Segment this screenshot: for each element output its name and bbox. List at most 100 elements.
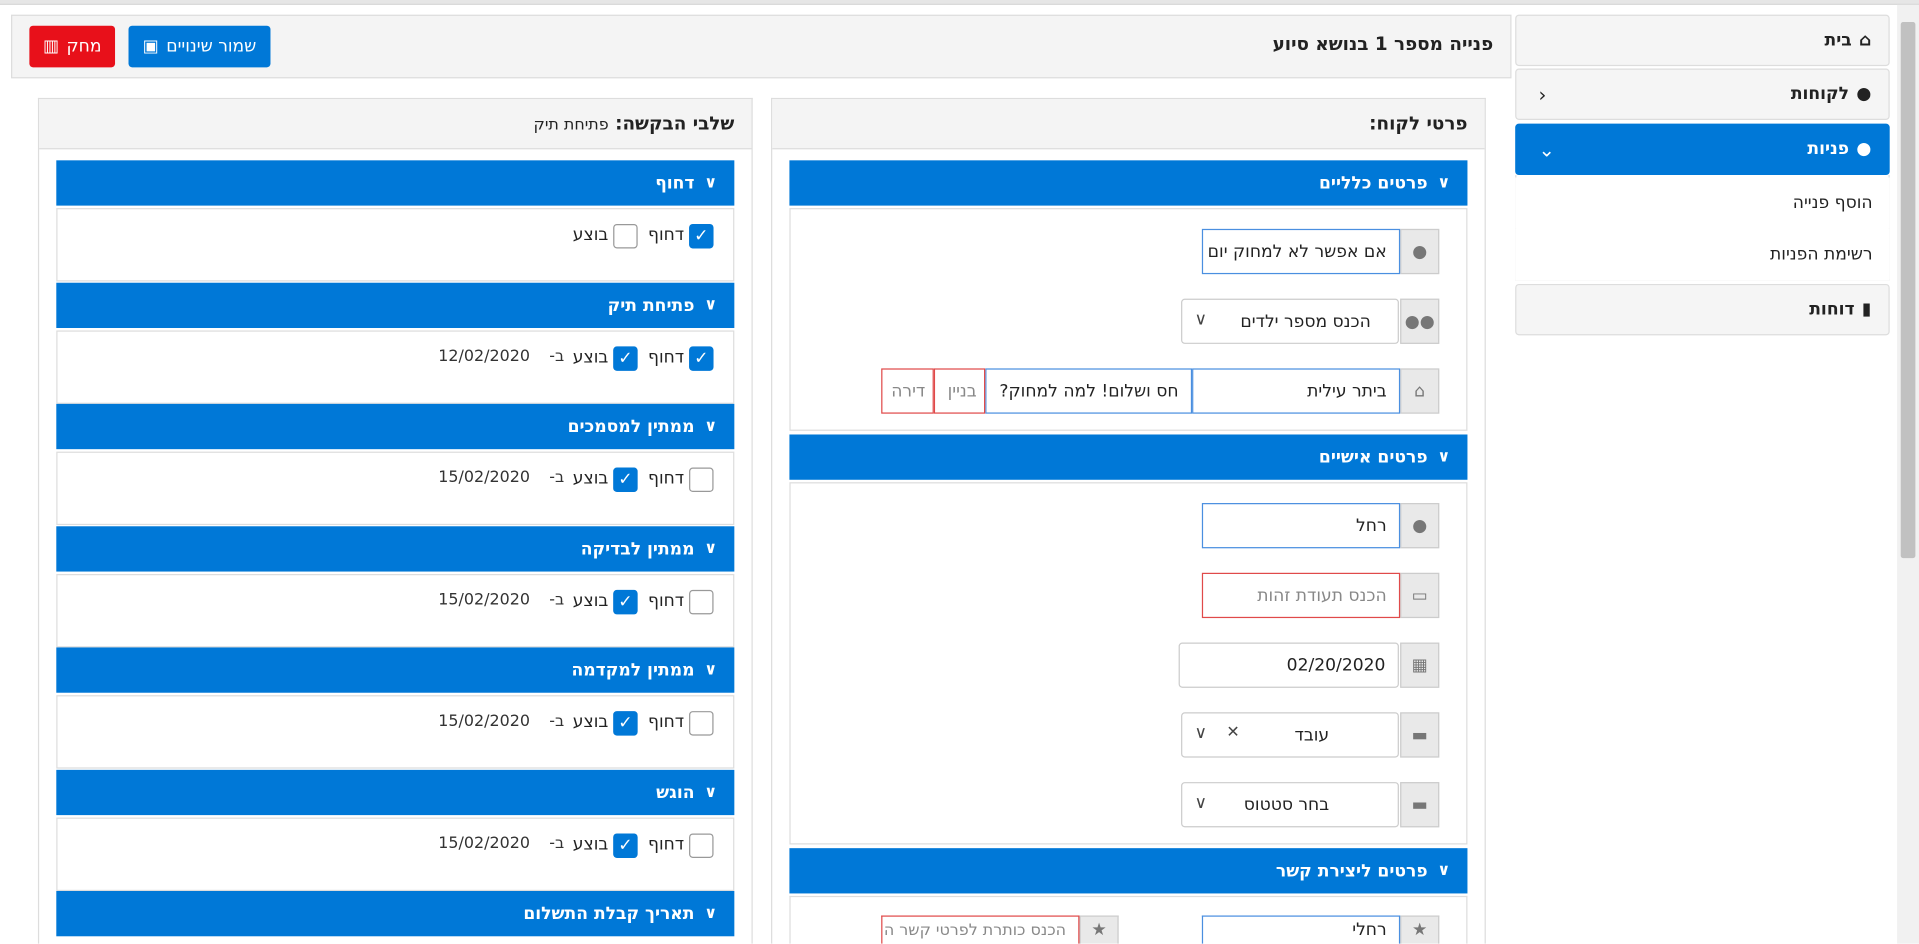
contact-name-field[interactable]: רחלי [1201, 915, 1401, 944]
name-field[interactable]: אם אפשר לא למחוק יום נעים ה [1201, 228, 1401, 275]
star-icon: ★ [1079, 915, 1119, 944]
step-header[interactable]: ∨ פתיחת תיק [56, 282, 735, 329]
urgent-checkbox[interactable] [689, 833, 714, 858]
file-icon: ▮ [1861, 299, 1872, 320]
id-card-icon: ▭ [1400, 572, 1440, 619]
steps-title-label: שלבי הבקשה: [615, 112, 735, 135]
apartment-field[interactable]: דירה [881, 368, 934, 414]
chevron-down-icon: ∨ [1437, 173, 1451, 193]
bell-icon: ● [1856, 139, 1872, 160]
chevron-down-icon: ∨ [1194, 309, 1208, 330]
urgent-checkbox[interactable]: ✓ [689, 346, 714, 371]
done-label: בוצע [572, 834, 609, 855]
occupation-select-value: עובד [1294, 725, 1330, 745]
status-select-placeholder: בחר סטטוס [1243, 794, 1330, 815]
step-header[interactable]: ∨ הוגש [56, 769, 735, 816]
done-label: בוצע [572, 347, 609, 368]
urgent-checkbox[interactable] [689, 467, 714, 493]
chevron-down-icon: ∨ [704, 660, 718, 680]
chevron-down-icon: ∨ [704, 296, 718, 315]
street-field[interactable]: חס ושלום! למה למחוק? [985, 368, 1193, 414]
current-step: פתיחת תיק [533, 116, 609, 135]
sidebar-item-home[interactable]: ⌂ בית [1515, 14, 1890, 67]
floppy-disk-icon: ▣ [142, 36, 159, 57]
urgent-label: דחוף [647, 712, 685, 732]
done-label: בוצע [572, 468, 609, 489]
done-checkbox[interactable]: ✓ [613, 711, 638, 736]
section-general[interactable]: ∨ פרטים כלליים [789, 160, 1468, 206]
done-checkbox[interactable]: ✓ [613, 346, 638, 371]
chevron-down-icon: ∨ [1437, 447, 1451, 467]
urgent-label: דחוף [647, 225, 685, 245]
clear-icon[interactable]: ✕ [1226, 723, 1239, 741]
section-personal[interactable]: ∨ פרטים אישיים [789, 434, 1468, 480]
section-title: פרטים כלליים [1318, 173, 1428, 193]
sidebar-item-customers[interactable]: ● לקוחות ‹ [1515, 68, 1890, 120]
children-select-placeholder: הכנס מספר ילדים [1240, 311, 1371, 332]
step-header[interactable]: ∨ תאריך קבלת התשלום [56, 890, 735, 937]
sidebar-subitem-add-inquiry[interactable]: הוסף פנייה [1515, 177, 1890, 229]
sidebar-item-label: פניות [1807, 139, 1850, 160]
sidebar-subitem-label: הוסף פנייה [1792, 193, 1873, 213]
step-header[interactable]: ∨ ממתין לבדיקה [56, 526, 735, 572]
chevron-left-icon: ‹ [1538, 83, 1547, 107]
id-number-field[interactable]: הכנס תעודת זהות [1201, 572, 1401, 619]
delete-button-label: מחק [66, 36, 102, 57]
done-on-label: ב- [549, 468, 565, 488]
urgent-checkbox[interactable]: ✓ [689, 223, 714, 249]
children-select[interactable]: הכנס מספר ילדים ∨ [1181, 298, 1399, 344]
vertical-scrollbar[interactable] [1897, 4, 1919, 944]
delete-button[interactable]: מחק ▥ [29, 25, 116, 68]
done-date: 12/02/2020 [438, 347, 530, 366]
chevron-down-icon: ∨ [1437, 861, 1451, 880]
step-title: תאריך קבלת התשלום [523, 903, 695, 924]
done-checkbox[interactable] [613, 223, 638, 249]
urgent-checkbox[interactable] [689, 711, 714, 736]
step-body: ✓ דחוף בוצע [56, 208, 735, 282]
section-contact[interactable]: ∨ פרטים ליצירת קשר [789, 848, 1468, 894]
chevron-down-icon: ∨ [1194, 793, 1208, 813]
save-button[interactable]: שמור שינויים ▣ [128, 25, 271, 68]
sidebar-item-reports[interactable]: ▮ דוחות [1515, 283, 1890, 336]
user-icon: ● [1400, 228, 1440, 275]
urgent-checkbox[interactable] [689, 589, 714, 615]
step-body: ✓ דחוף ✓ בוצע ב- 12/02/2020 [56, 330, 735, 404]
done-checkbox[interactable]: ✓ [613, 833, 638, 858]
step-header[interactable]: ∨ ממתין למסמכים [56, 403, 735, 450]
sidebar-item-inquiries[interactable]: ● פניות ⌄ [1515, 123, 1890, 176]
sidebar-item-label: דוחות [1809, 299, 1855, 320]
top-border [0, 0, 1919, 5]
section-title: פרטים ליצירת קשר [1275, 861, 1428, 881]
contact-address-field[interactable]: הכנס כותרת לפרטי קשר הנל [881, 915, 1080, 944]
scrollbar-thumb[interactable] [1900, 22, 1916, 559]
first-name-field[interactable]: רחל [1201, 503, 1401, 549]
users-icon: ●● [1400, 298, 1440, 344]
done-date: 15/02/2020 [438, 468, 530, 488]
step-header[interactable]: ∨ דחוף [56, 160, 735, 206]
building-field[interactable]: בניין [933, 368, 986, 414]
customer-panel-title: פרטי לקוח: [1369, 112, 1468, 135]
steps-panel-header: שלבי הבקשה: פתיחת תיק [39, 99, 752, 150]
step-title: דחוף [655, 173, 695, 193]
step-header[interactable]: ∨ ממתין למקדמה [56, 647, 735, 693]
steps-panel-title: שלבי הבקשה: פתיחת תיק [534, 113, 735, 135]
page-header: פנייה מספר 1 בנושא סיוע שמור שינויים ▣ מ… [11, 14, 1512, 79]
chevron-down-icon: ∨ [704, 417, 718, 436]
date-field[interactable]: 02/20/2020 [1178, 642, 1399, 688]
chevron-down-icon: ∨ [1194, 723, 1208, 743]
step-body: דחוף ✓ בוצע ב- 15/02/2020 [56, 695, 735, 769]
urgent-label: דחוף [647, 591, 685, 611]
status-select[interactable]: בחר סטטוס ∨ [1181, 782, 1399, 828]
save-button-label: שמור שינויים [166, 36, 257, 57]
done-checkbox[interactable]: ✓ [613, 467, 638, 493]
section-title: פרטים אישיים [1318, 447, 1428, 467]
done-checkbox[interactable]: ✓ [613, 589, 638, 615]
done-on-label: ב- [549, 712, 565, 731]
home-icon: ⌂ [1859, 30, 1872, 51]
city-field[interactable]: ביתר עילית [1192, 368, 1401, 414]
done-on-label: ב- [549, 591, 565, 610]
sidebar-subitem-inquiry-list[interactable]: רשימת הפניות [1515, 228, 1890, 281]
step-title: ממתין למסמכים [567, 416, 695, 437]
customer-panel-header: פרטי לקוח: [772, 99, 1485, 150]
occupation-select[interactable]: עובד ✕ ∨ [1181, 712, 1399, 758]
